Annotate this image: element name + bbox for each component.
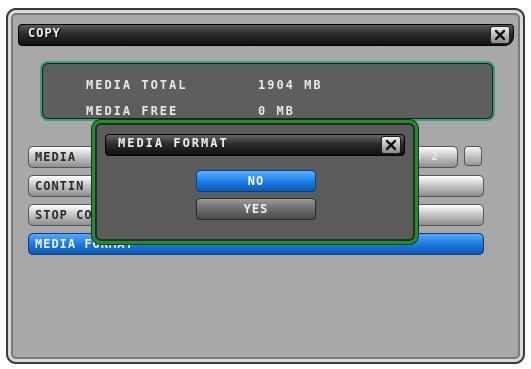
window-title: COPY (28, 26, 61, 40)
media-free-value: 0 MB (258, 104, 295, 118)
close-icon (385, 139, 397, 151)
media-select-label: MEDIA (35, 150, 77, 164)
media-total-value: 1904 MB (258, 78, 323, 92)
media-total-label: MEDIA TOTAL (86, 78, 188, 92)
window-close-button[interactable] (490, 26, 510, 44)
continuous-label: CONTIN (35, 179, 85, 193)
media-free-label: MEDIA FREE (86, 104, 179, 118)
dialog-close-button[interactable] (381, 136, 401, 154)
media-select-arrow-button[interactable] (464, 146, 482, 166)
stop-copy-label: STOP CO (35, 208, 93, 222)
yes-button[interactable]: YES (196, 198, 316, 220)
close-icon (494, 29, 506, 41)
no-button[interactable]: NO (196, 170, 316, 192)
window-titlebar (18, 24, 514, 46)
dialog-title: MEDIA FORMAT (118, 136, 229, 150)
media-select-value: B 2 (414, 150, 440, 163)
